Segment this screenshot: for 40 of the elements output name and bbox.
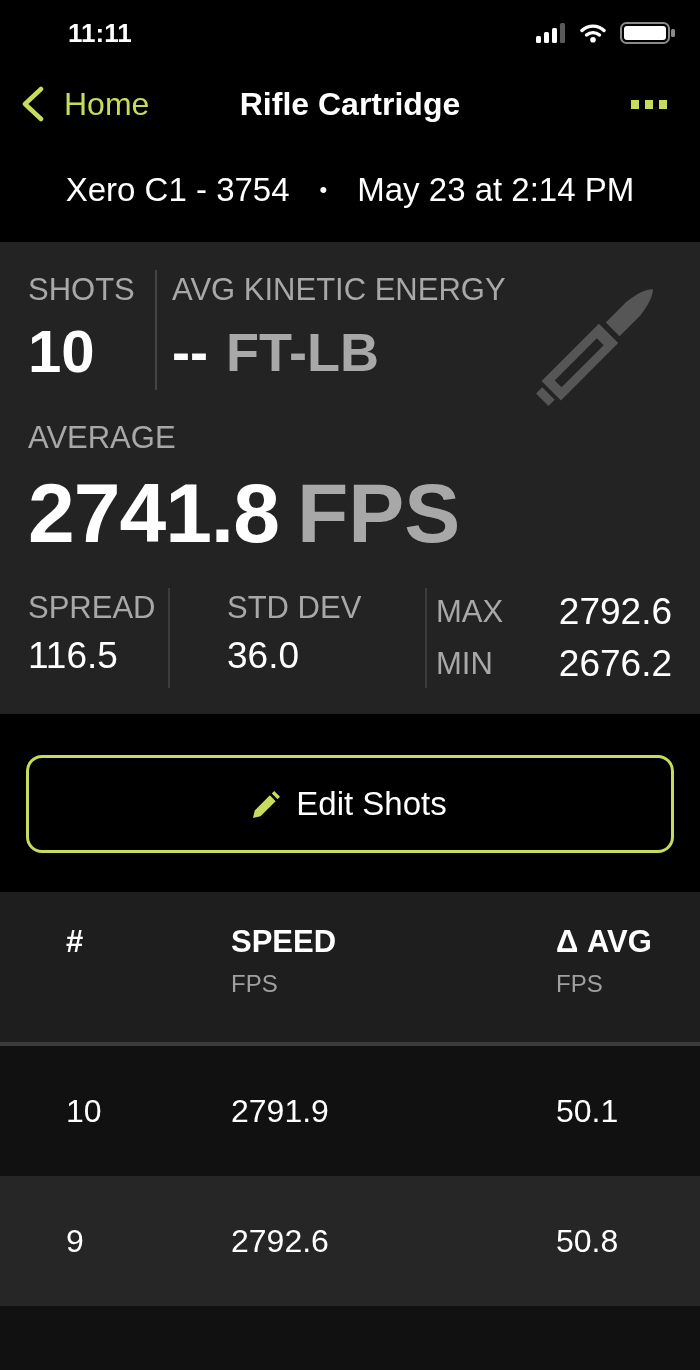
stat-label: SHOTS <box>28 271 136 309</box>
stat-value: 2676.2 <box>557 642 672 686</box>
chevron-left-icon <box>20 86 46 122</box>
stat-value: 10 <box>28 320 96 384</box>
average-value: 2741.8 <box>28 468 279 558</box>
unit-label: FPS <box>556 969 604 999</box>
status-time: 11:11 <box>68 18 132 48</box>
unit-label: FPS <box>296 468 461 558</box>
stat-value: 2792.6 <box>557 590 672 634</box>
table-cell-text: 10 <box>66 1092 102 1131</box>
column-header: SPEED <box>231 923 338 961</box>
table-cell-text: 9 <box>66 1222 84 1261</box>
stat-value: -- <box>172 321 208 384</box>
unit-label: FT-LB <box>225 321 379 384</box>
stat-label: MIN <box>436 645 494 683</box>
device-name: Xero C1 - 3754 <box>65 170 290 210</box>
stat-value: 116.5 <box>28 634 119 678</box>
edit-shots-button[interactable]: Edit Shots <box>26 755 674 853</box>
more-icon[interactable] <box>631 99 667 109</box>
column-header: Δ AVG <box>556 923 653 961</box>
column-header: # <box>66 923 85 961</box>
pencil-icon <box>253 790 281 818</box>
screen-title: Rifle Cartridge <box>239 85 461 124</box>
stat-label: MAX <box>436 593 504 631</box>
stat-label: AVERAGE <box>28 419 177 457</box>
signal-icon <box>536 23 566 43</box>
back-button[interactable]: Home <box>20 84 150 124</box>
unit-label: FPS <box>231 969 279 999</box>
table-cell-text: 2791.9 <box>231 1092 329 1131</box>
battery-icon <box>620 22 676 44</box>
stat-label: SPREAD <box>28 589 157 627</box>
stat-label: STD DEV <box>227 589 363 627</box>
table-cell-text: 50.8 <box>556 1222 619 1261</box>
stat-value: 36.0 <box>227 634 300 678</box>
table-cell-text: 2792.6 <box>231 1222 329 1261</box>
table-cell-text: 50.1 <box>556 1092 619 1131</box>
session-date: May 23 at 2:14 PM <box>357 170 635 210</box>
wifi-icon <box>580 23 606 43</box>
separator-dot: • <box>319 176 328 204</box>
stat-label: AVG KINETIC ENERGY <box>172 271 506 309</box>
